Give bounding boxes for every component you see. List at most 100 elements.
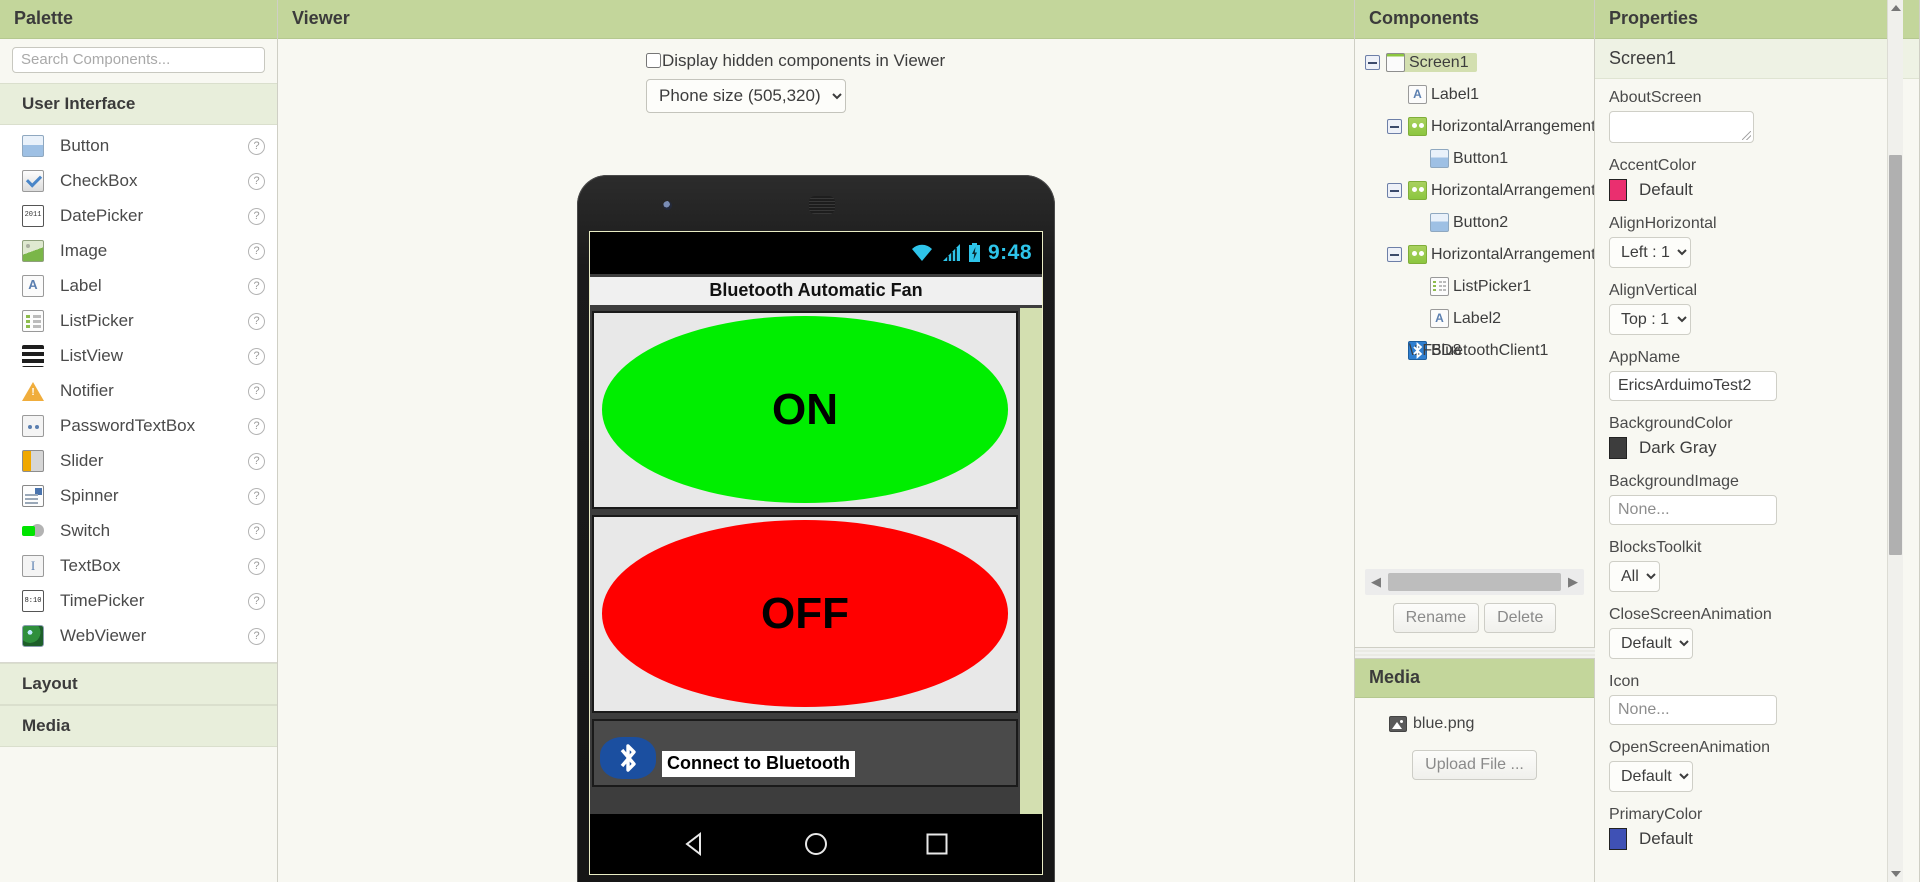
button2-off[interactable]: OFF xyxy=(602,520,1008,707)
display-hidden-checkbox[interactable] xyxy=(646,53,661,69)
hscroll-left-arrow-icon[interactable]: ◀ xyxy=(1365,574,1387,590)
hscroll-right-arrow-icon[interactable]: ▶ xyxy=(1562,574,1584,590)
tree-node-button1[interactable]: Button1 xyxy=(1355,143,1594,175)
palette-item-checkbox[interactable]: CheckBox? xyxy=(0,164,277,199)
palette-item-notifier[interactable]: Notifier? xyxy=(0,374,277,409)
palette-category-layout[interactable]: Layout xyxy=(0,662,277,705)
listpicker-icon xyxy=(1430,277,1449,297)
property-color-row[interactable]: Default xyxy=(1609,827,1919,850)
help-icon[interactable]: ? xyxy=(248,522,265,540)
delete-button[interactable]: Delete xyxy=(1484,603,1557,633)
properties-scrollbar[interactable] xyxy=(1887,0,1903,882)
property-textarea-aboutscreen[interactable] xyxy=(1609,110,1754,143)
property-color-row[interactable]: Dark Gray xyxy=(1609,436,1919,459)
palette-item-label: Button xyxy=(60,136,110,156)
help-icon[interactable]: ? xyxy=(248,417,265,435)
property-select-openscreenanimation[interactable]: Default xyxy=(1609,760,1693,792)
palette-item-image[interactable]: Image? xyxy=(0,234,277,269)
property-color-value: Default xyxy=(1639,828,1693,848)
color-swatch-icon[interactable] xyxy=(1609,178,1627,201)
palette-item-datepicker[interactable]: DatePicker? xyxy=(0,199,277,234)
palette-category-user-interface[interactable]: User Interface xyxy=(0,82,277,125)
search-components-input[interactable] xyxy=(12,46,265,73)
help-icon[interactable]: ? xyxy=(248,592,265,610)
horizontal-arrangement-3[interactable]: ON xyxy=(592,310,1018,509)
tree-collapse-toggle-icon[interactable] xyxy=(1387,247,1402,263)
tree-collapse-toggle-icon[interactable] xyxy=(1387,119,1402,135)
palette-item-spinner[interactable]: Spinner? xyxy=(0,479,277,514)
media-file-row[interactable]: blue.png xyxy=(1355,710,1594,738)
tree-node-bluetoothclient1[interactable]: BluetoothClient1 xyxy=(1355,335,1594,367)
tree-collapse-toggle-icon[interactable] xyxy=(1387,183,1402,199)
back-triangle-icon[interactable] xyxy=(682,831,708,857)
palette-item-textbox[interactable]: TextBox? xyxy=(0,549,277,584)
tree-node-horizontalarrangement3[interactable]: HorizontalArrangement3 xyxy=(1355,111,1594,143)
palette-item-switch[interactable]: Switch? xyxy=(0,514,277,549)
palette-item-passwordtextbox[interactable]: PasswordTextBox? xyxy=(0,409,277,444)
tree-node-label2[interactable]: Label2 xyxy=(1355,303,1594,335)
help-icon[interactable]: ? xyxy=(248,312,265,330)
tree-node-screen1[interactable]: Screen1 xyxy=(1355,47,1594,79)
help-icon[interactable]: ? xyxy=(248,487,265,505)
tree-node-listpicker1[interactable]: ListPicker1 xyxy=(1355,271,1594,303)
scroll-down-arrow-icon[interactable] xyxy=(1891,871,1901,877)
help-icon[interactable]: ? xyxy=(248,277,265,295)
property-select-alignvertical[interactable]: Top : 1 xyxy=(1609,303,1691,335)
tree-node-label1[interactable]: Label1 xyxy=(1355,79,1594,111)
scroll-up-arrow-icon[interactable] xyxy=(1891,5,1901,11)
rename-button[interactable]: Rename xyxy=(1392,603,1480,633)
help-icon[interactable]: ? xyxy=(248,627,265,645)
hscroll-thumb[interactable] xyxy=(1388,573,1561,591)
tree-node-horizontalarrangement4[interactable]: HorizontalArrangement4 xyxy=(1355,175,1594,207)
property-input-backgroundimage[interactable] xyxy=(1609,494,1777,525)
media-title: Media xyxy=(1355,659,1594,698)
palette-item-slider[interactable]: Slider? xyxy=(0,444,277,479)
palette-item-button[interactable]: Button? xyxy=(0,129,277,164)
listpicker-icon xyxy=(22,310,44,333)
property-select-closescreenanimation[interactable]: Default xyxy=(1609,627,1693,659)
color-swatch-icon[interactable] xyxy=(1609,827,1627,850)
help-icon[interactable]: ? xyxy=(248,172,265,190)
palette-category-media[interactable]: Media xyxy=(0,704,277,747)
palette-item-timepicker[interactable]: TimePicker? xyxy=(0,584,277,619)
tree-node-horizontalarrangement2[interactable]: HorizontalArrangement2 xyxy=(1355,239,1594,271)
tree-node-label: HorizontalArrangement4 xyxy=(1431,181,1594,199)
upload-file-button[interactable]: Upload File ... xyxy=(1412,749,1537,780)
palette-item-webviewer[interactable]: WebViewer? xyxy=(0,619,277,654)
property-input-appname[interactable] xyxy=(1609,370,1777,401)
property-select-alignhorizontal[interactable]: Left : 1 xyxy=(1609,236,1691,268)
harrange-icon xyxy=(1408,181,1427,201)
palette-item-label[interactable]: Label? xyxy=(0,269,277,304)
recents-square-icon[interactable] xyxy=(924,831,950,857)
tree-collapse-toggle-icon[interactable] xyxy=(1365,55,1380,71)
tree-node-button2[interactable]: Button2 xyxy=(1355,207,1594,239)
button1-on[interactable]: ON xyxy=(602,316,1008,503)
property-input-icon[interactable] xyxy=(1609,694,1777,725)
properties-list: AboutScreen AccentColor Default AlignHorizo… xyxy=(1595,79,1919,882)
button-icon xyxy=(1430,149,1449,169)
help-icon[interactable]: ? xyxy=(248,137,265,155)
help-icon[interactable]: ? xyxy=(248,382,265,400)
palette-item-label: Spinner xyxy=(60,486,119,506)
home-circle-icon[interactable] xyxy=(803,831,829,857)
horizontal-arrangement-4[interactable]: OFF xyxy=(592,514,1018,713)
palette-item-listview[interactable]: ListView? xyxy=(0,339,277,374)
palette-item-listpicker[interactable]: ListPicker? xyxy=(0,304,277,339)
tree-node-selected[interactable]: Screen1 xyxy=(1386,53,1477,73)
property-color-row[interactable]: Default xyxy=(1609,178,1919,201)
listpicker1-bluetooth-image[interactable] xyxy=(600,736,656,779)
display-hidden-label[interactable]: Display hidden components in Viewer xyxy=(662,51,945,71)
horizontal-arrangement-2[interactable]: Connect to Bluetooth xyxy=(592,718,1018,787)
help-icon[interactable]: ? xyxy=(248,452,265,470)
help-icon[interactable]: ? xyxy=(248,207,265,225)
help-icon[interactable]: ? xyxy=(248,557,265,575)
component-tree-hscrollbar[interactable]: ◀ ▶ xyxy=(1365,569,1584,595)
properties-scroll-thumb[interactable] xyxy=(1889,155,1902,555)
palette-item-label: Notifier xyxy=(60,381,114,401)
help-icon[interactable]: ? xyxy=(248,242,265,260)
media-file-name: blue.png xyxy=(1413,714,1475,732)
color-swatch-icon[interactable] xyxy=(1609,436,1627,459)
phone-size-select[interactable]: Phone size (505,320)Tablet size (675,480… xyxy=(646,78,846,113)
property-select-blockstoolkit[interactable]: All xyxy=(1609,560,1660,592)
help-icon[interactable]: ? xyxy=(248,347,265,365)
